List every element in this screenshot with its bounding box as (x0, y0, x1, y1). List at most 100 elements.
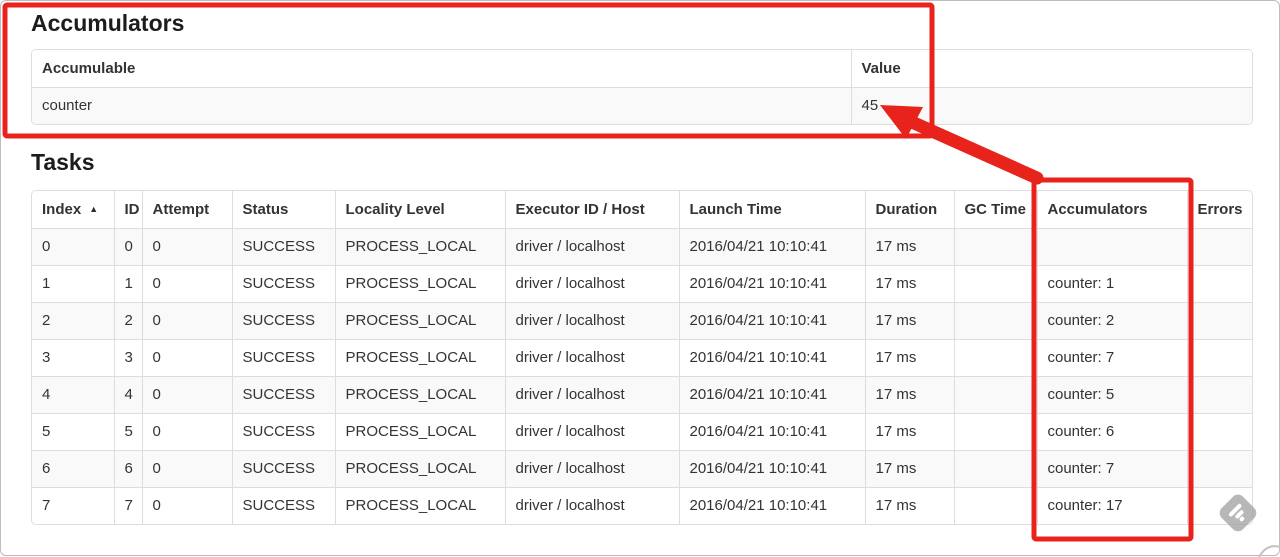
cell-errors (1187, 487, 1252, 524)
cell-accumulators: counter: 7 (1037, 450, 1188, 488)
watermark-squiggle (1258, 545, 1280, 557)
cell-index: 6 (32, 450, 115, 488)
cell-executor: driver / localhost (505, 376, 680, 414)
header-gc-time[interactable]: GC Time (954, 191, 1038, 229)
page-frame: Accumulators Accumulable Value counter 4… (0, 0, 1280, 557)
cell-gc-time (954, 450, 1038, 488)
header-accumulable: Accumulable (32, 50, 852, 88)
cell-attempt: 0 (142, 450, 233, 488)
table-header-row: Index ▲ ID Attempt Status Locality Level … (32, 191, 1252, 229)
cell-launch: 2016/04/21 10:10:41 (679, 265, 866, 303)
sort-asc-icon: ▲ (89, 203, 99, 214)
table-row: 0 0 0 SUCCESS PROCESS_LOCAL driver / loc… (32, 228, 1252, 266)
cell-index: 2 (32, 302, 115, 340)
cell-id: 5 (114, 413, 143, 451)
cell-executor: driver / localhost (505, 487, 680, 524)
cell-id: 1 (114, 265, 143, 303)
cell-locality: PROCESS_LOCAL (335, 413, 506, 451)
cell-duration: 17 ms (865, 228, 955, 266)
cell-duration: 17 ms (865, 450, 955, 488)
header-id[interactable]: ID (114, 191, 143, 229)
cell-launch: 2016/04/21 10:10:41 (679, 413, 866, 451)
cell-accumulators: counter: 2 (1037, 302, 1188, 340)
cell-errors (1187, 376, 1252, 414)
cell-executor: driver / localhost (505, 450, 680, 488)
cell-status: SUCCESS (232, 302, 336, 340)
cell-errors (1187, 450, 1252, 488)
cell-launch: 2016/04/21 10:10:41 (679, 228, 866, 266)
cell-duration: 17 ms (865, 487, 955, 524)
cell-value: 45 (851, 87, 1252, 124)
cell-gc-time (954, 228, 1038, 266)
cell-locality: PROCESS_LOCAL (335, 302, 506, 340)
cell-locality: PROCESS_LOCAL (335, 265, 506, 303)
header-launch-time[interactable]: Launch Time (679, 191, 866, 229)
cell-status: SUCCESS (232, 265, 336, 303)
header-accumulators[interactable]: Accumulators (1037, 191, 1188, 229)
cell-accumulators: counter: 5 (1037, 376, 1188, 414)
cell-attempt: 0 (142, 228, 233, 266)
cell-gc-time (954, 376, 1038, 414)
cell-executor: driver / localhost (505, 265, 680, 303)
header-locality-level[interactable]: Locality Level (335, 191, 506, 229)
tasks-table: Index ▲ ID Attempt Status Locality Level … (32, 191, 1252, 524)
cell-id: 7 (114, 487, 143, 524)
header-status[interactable]: Status (232, 191, 336, 229)
cell-id: 6 (114, 450, 143, 488)
cell-accumulators: counter: 1 (1037, 265, 1188, 303)
cell-accumulators: counter: 7 (1037, 339, 1188, 377)
cell-launch: 2016/04/21 10:10:41 (679, 487, 866, 524)
cell-status: SUCCESS (232, 376, 336, 414)
cell-errors (1187, 228, 1252, 266)
cell-attempt: 0 (142, 265, 233, 303)
table-row: 4 4 0 SUCCESS PROCESS_LOCAL driver / loc… (32, 376, 1252, 414)
cell-id: 4 (114, 376, 143, 414)
cell-errors (1187, 265, 1252, 303)
header-executor-id-host[interactable]: Executor ID / Host (505, 191, 680, 229)
header-index[interactable]: Index ▲ (32, 191, 115, 229)
cell-attempt: 0 (142, 413, 233, 451)
cell-attempt: 0 (142, 302, 233, 340)
table-row: 7 7 0 SUCCESS PROCESS_LOCAL driver / loc… (32, 487, 1252, 524)
cell-index: 1 (32, 265, 115, 303)
cell-id: 2 (114, 302, 143, 340)
annotation-arrow-shaft (907, 116, 1044, 185)
cell-launch: 2016/04/21 10:10:41 (679, 302, 866, 340)
table-row: 6 6 0 SUCCESS PROCESS_LOCAL driver / loc… (32, 450, 1252, 488)
cell-duration: 17 ms (865, 376, 955, 414)
accumulators-section-title: Accumulators (31, 10, 185, 36)
cell-duration: 17 ms (865, 339, 955, 377)
cell-launch: 2016/04/21 10:10:41 (679, 450, 866, 488)
cell-accumulable: counter (32, 87, 852, 124)
cell-accumulators (1037, 228, 1188, 266)
cell-executor: driver / localhost (505, 413, 680, 451)
header-attempt[interactable]: Attempt (142, 191, 233, 229)
cell-attempt: 0 (142, 339, 233, 377)
cell-locality: PROCESS_LOCAL (335, 339, 506, 377)
cell-accumulators: counter: 17 (1037, 487, 1188, 524)
cell-attempt: 0 (142, 487, 233, 524)
header-duration[interactable]: Duration (865, 191, 955, 229)
cell-errors (1187, 339, 1252, 377)
cell-locality: PROCESS_LOCAL (335, 487, 506, 524)
table-row: 5 5 0 SUCCESS PROCESS_LOCAL driver / loc… (32, 413, 1252, 451)
cell-executor: driver / localhost (505, 339, 680, 377)
cell-launch: 2016/04/21 10:10:41 (679, 339, 866, 377)
cell-executor: driver / localhost (505, 302, 680, 340)
header-value: Value (851, 50, 1252, 88)
table-row: counter 45 (32, 87, 1252, 124)
cell-duration: 17 ms (865, 265, 955, 303)
cell-duration: 17 ms (865, 302, 955, 340)
cell-id: 0 (114, 228, 143, 266)
cell-gc-time (954, 413, 1038, 451)
cell-errors (1187, 413, 1252, 451)
cell-index: 5 (32, 413, 115, 451)
cell-status: SUCCESS (232, 228, 336, 266)
cell-index: 0 (32, 228, 115, 266)
cell-locality: PROCESS_LOCAL (335, 228, 506, 266)
tasks-section-title: Tasks (31, 149, 95, 175)
tasks-table-wrap: Index ▲ ID Attempt Status Locality Level … (31, 190, 1253, 525)
table-row: 3 3 0 SUCCESS PROCESS_LOCAL driver / loc… (32, 339, 1252, 377)
cell-status: SUCCESS (232, 413, 336, 451)
header-errors[interactable]: Errors (1187, 191, 1252, 229)
